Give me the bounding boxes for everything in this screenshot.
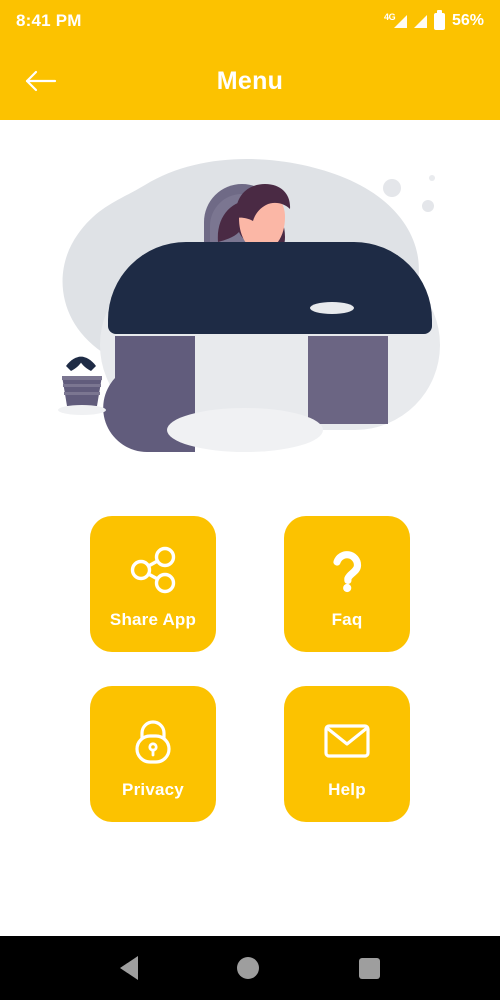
menu-tile-privacy[interactable]: Privacy [90,686,216,822]
question-mark-icon [321,538,373,602]
menu-grid: Share App Faq Privacy Help [90,516,410,822]
nav-recents-icon[interactable] [359,957,381,979]
envelope-icon [319,708,375,772]
content-area: Share App Faq Privacy Help [0,120,500,936]
menu-tile-faq[interactable]: Faq [284,516,410,652]
signal-icon [413,14,427,28]
battery-percent-label: 56% [451,12,484,29]
lock-icon [127,708,179,772]
floor-plant [58,356,106,415]
page-title: Menu [216,66,284,95]
menu-tile-help[interactable]: Help [284,686,410,822]
status-icons: 4G 56% [384,9,484,30]
menu-tile-label: Privacy [122,780,184,799]
back-button[interactable] [14,54,68,108]
arrow-left-icon [25,70,57,92]
menu-tile-share-app[interactable]: Share App [90,516,216,652]
phone-screen: 8:41 PM 4G 56% Menu Share App Faq Privac… [0,0,500,1000]
app-bar: Menu [0,42,500,120]
android-nav-bar [0,936,500,1000]
nav-back-icon[interactable] [119,956,138,980]
status-time: 8:41 PM [16,11,82,30]
share-icon [127,538,179,602]
nav-home-icon[interactable] [237,957,260,979]
menu-tile-label: Help [328,780,366,799]
battery-icon [433,9,445,30]
menu-tile-label: Share App [109,610,197,629]
signal-bars-icon [393,14,407,28]
menu-tile-label: Faq [331,610,363,629]
status-bar: 8:41 PM 4G 56% [0,0,500,42]
signal-4g-icon: 4G [384,12,407,28]
person-at-desk-illustration [58,159,440,452]
illustration-container [0,120,500,480]
